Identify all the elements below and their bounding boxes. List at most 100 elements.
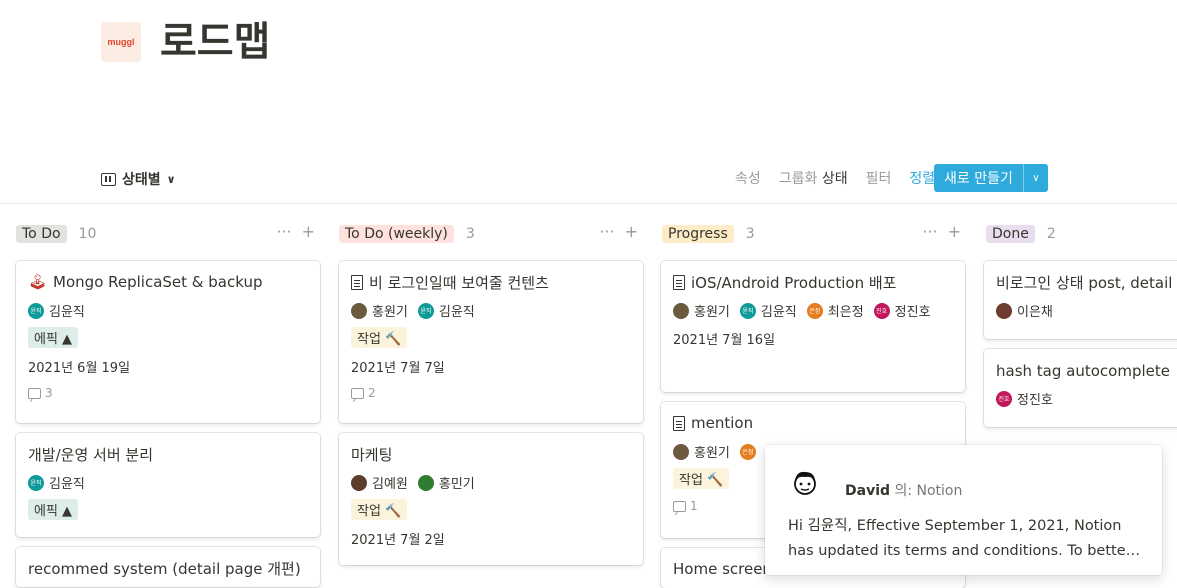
group-label: 그룹화 — [778, 171, 818, 187]
assignee-name: 최은정 — [827, 305, 864, 320]
assignee-name: 정진호 — [894, 305, 931, 320]
notion-avatar-icon — [794, 471, 816, 495]
new-button-group: 새로 만들기 ∨ — [934, 164, 1048, 192]
column-header: Done 2 — [986, 222, 1177, 246]
joystick-icon: 🕹 — [28, 273, 48, 291]
comment-icon — [673, 500, 686, 512]
page-title: 로드맵 — [160, 19, 271, 65]
board-card[interactable]: 비 로그인일때 보여줄 컨텐츠 홍원기 윤직 김윤직 작업 🔨 2021년 7월 … — [339, 261, 643, 423]
avatar: 윤직 — [28, 474, 44, 491]
assignee: 진호 정진호 — [873, 301, 931, 320]
comment-count: 3 — [28, 386, 308, 400]
board-card[interactable]: 마케팅 김예원 홍민기 작업 🔨 2021년 7월 2일 — [339, 433, 643, 565]
avatar: 윤직 — [417, 302, 434, 319]
column-count: 2 — [1046, 226, 1056, 242]
card-title: hash tag autocomplete 서 — [996, 361, 1172, 380]
card-title: Home screen — [673, 560, 772, 578]
column-add-icon[interactable]: + — [302, 222, 315, 241]
avatar: 윤직 — [28, 302, 44, 319]
card-title-row: hash tag autocomplete 서 — [996, 359, 1172, 381]
new-dropdown-icon[interactable]: ∨ — [1024, 164, 1048, 192]
column-more-icon[interactable]: ··· — [599, 222, 614, 241]
database-toolbar: 상태별 ∨ 속성 그룹화 상태 필터 정렬 🔍︎ 검색 ••• 새로 만들기 ∨ — [0, 160, 1177, 202]
assignee: 홍민기 — [417, 473, 475, 492]
avatar: 은정 — [739, 443, 756, 460]
column-actions: ··· + — [922, 222, 961, 241]
properties-button[interactable]: 속성 — [735, 168, 761, 188]
assignee-name: 김예원 — [372, 477, 408, 492]
column-add-icon[interactable]: + — [948, 222, 961, 241]
board-card[interactable]: recommed system (detail page 개편) — [16, 547, 320, 587]
view-label: 상태별 — [122, 172, 161, 188]
view-switcher[interactable]: 상태별 ∨ — [101, 169, 176, 189]
column-header: To Do 10 ··· + — [16, 222, 321, 246]
comment-icon — [351, 387, 364, 399]
notification-header: David 의: Notion — [845, 480, 962, 500]
column-name[interactable]: Progress — [662, 225, 734, 243]
board-card[interactable]: hash tag autocomplete 서 진호 정진호 — [984, 349, 1177, 427]
card-title: recommed system (detail page 개편) — [28, 559, 301, 578]
assignee: 홍원기 — [673, 301, 730, 320]
avatar — [673, 443, 689, 460]
card-title-row: 비 로그인일때 보여줄 컨텐츠 — [351, 271, 631, 293]
assignee: 홍원기 — [673, 442, 730, 461]
avatar — [351, 302, 367, 319]
column-actions: ··· + — [599, 222, 638, 241]
column-name[interactable]: To Do — [16, 225, 67, 243]
notification-toast[interactable]: David 의: Notion Hi 김윤직, Effective Septem… — [765, 445, 1162, 575]
filter-button[interactable]: 필터 — [866, 168, 892, 188]
board-column-progress: Progress 3 ··· + — [662, 222, 967, 246]
assignee-name: 홍민기 — [438, 477, 475, 492]
card-title: 비 로그인일때 보여줄 컨텐츠 — [369, 273, 549, 292]
comment-count: 2 — [351, 386, 631, 400]
card-title-row: recommed system (detail page 개편) — [28, 557, 308, 579]
column-name[interactable]: To Do (weekly) — [339, 225, 454, 243]
comment-number: 1 — [690, 499, 698, 513]
board-view-icon — [101, 172, 116, 186]
board-column-todo: To Do 10 ··· + — [16, 222, 321, 246]
comment-number: 2 — [368, 386, 376, 400]
notification-line: Hi 김윤직, Effective September 1, 2021, Not… — [788, 518, 1122, 534]
card-title-row: iOS/Android Production 배포 — [673, 271, 953, 293]
group-value: 상태 — [821, 171, 848, 187]
assignee: 이은채 — [996, 301, 1053, 320]
assignees: 홍원기 윤직 김윤직 은정 최은정 진호 정진호 — [673, 301, 953, 320]
assignee-name: 이은채 — [1017, 305, 1053, 320]
column-count: 10 — [78, 226, 97, 242]
column-add-icon[interactable]: + — [625, 222, 638, 241]
assignee: 은정 최은정 — [806, 301, 864, 320]
notification-sender: David — [845, 483, 891, 499]
avatar: 은정 — [806, 302, 823, 319]
notification-body: Hi 김윤직, Effective September 1, 2021, Not… — [788, 514, 1143, 564]
board-card[interactable]: iOS/Android Production 배포 홍원기 윤직 김윤직 은정 최은… — [661, 261, 965, 392]
card-date: 2021년 7월 2일 — [351, 533, 445, 548]
comment-number: 3 — [45, 386, 53, 400]
avatar — [996, 302, 1012, 319]
avatar — [351, 474, 367, 491]
group-button[interactable]: 그룹화 상태 — [779, 168, 848, 188]
assignee-name: 홍원기 — [694, 446, 730, 461]
column-more-icon[interactable]: ··· — [276, 222, 291, 241]
column-actions: ··· + — [276, 222, 315, 241]
new-page-button[interactable]: 새로 만들기 — [934, 164, 1024, 192]
assignee-name: 김윤직 — [49, 477, 85, 492]
board-card[interactable]: 🕹 Mongo ReplicaSet & backup 윤직 김윤직 에픽 ▲ 2… — [16, 261, 320, 423]
assignees: 진호 정진호 — [996, 389, 1172, 408]
board-card[interactable]: 비로그인 상태 post, detail 이은채 — [984, 261, 1177, 339]
card-title-row: 개발/운영 서버 분리 — [28, 443, 308, 465]
card-title-row: mention — [673, 412, 953, 434]
column-name[interactable]: Done — [986, 225, 1035, 243]
sort-button[interactable]: 정렬 — [909, 168, 935, 188]
board-card[interactable]: 개발/운영 서버 분리 윤직 김윤직 에픽 ▲ — [16, 433, 320, 537]
toolbar-divider — [0, 203, 1177, 204]
column-header: To Do (weekly) 3 ··· + — [339, 222, 644, 246]
assignees: 김예원 홍민기 — [351, 473, 631, 492]
column-more-icon[interactable]: ··· — [922, 222, 937, 241]
assignee: 윤직 김윤직 — [28, 301, 85, 320]
column-count: 3 — [465, 226, 475, 242]
document-icon — [351, 274, 363, 290]
assignee: 윤직 김윤직 — [417, 301, 475, 320]
board-column-weekly: To Do (weekly) 3 ··· + — [339, 222, 644, 246]
notification-line: has updated its terms and conditions. To… — [788, 543, 1141, 559]
assignee-name: 김윤직 — [49, 305, 85, 320]
